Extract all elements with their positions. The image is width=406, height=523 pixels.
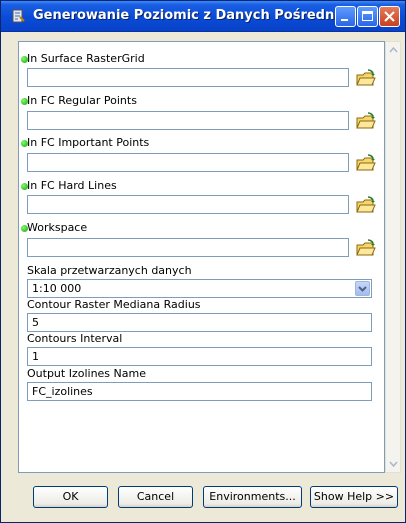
hard-lines-input[interactable]: [27, 195, 349, 214]
contours-interval-input[interactable]: 1: [27, 347, 372, 366]
scroll-up-icon[interactable]: [388, 44, 399, 55]
minimize-button[interactable]: [335, 6, 356, 27]
scale-selected-value: 1:10 000: [32, 282, 82, 295]
parameters-panel: In Surface RasterGrid In FC Regular Poin…: [18, 41, 385, 473]
output-label: Output Izolines Name: [27, 367, 146, 380]
required-dot-icon: [21, 140, 28, 147]
browse-folder-icon[interactable]: [355, 153, 377, 174]
browse-folder-icon[interactable]: [355, 195, 377, 216]
window-title: Generowanie Poziomic z Danych Pośrednich: [33, 8, 356, 23]
dialog-window: Generowanie Poziomic z Danych Pośrednich…: [0, 0, 406, 523]
browse-folder-icon[interactable]: [355, 238, 377, 259]
param-label: In FC Important Points: [21, 136, 149, 149]
vertical-scrollbar[interactable]: [385, 41, 401, 473]
required-dot-icon: [21, 98, 28, 105]
close-icon: [384, 11, 395, 22]
radius-label: Contour Raster Mediana Radius: [27, 298, 201, 311]
param-label: Workspace: [21, 221, 87, 234]
required-dot-icon: [21, 183, 28, 190]
browse-folder-icon[interactable]: [355, 111, 377, 132]
regular-points-input[interactable]: [27, 111, 349, 130]
close-button[interactable]: [379, 6, 400, 27]
param-label: In FC Regular Points: [21, 94, 137, 107]
param-label: In FC Hard Lines: [21, 179, 117, 192]
scroll-down-icon[interactable]: [388, 459, 399, 470]
required-dot-icon: [21, 56, 28, 63]
cancel-button[interactable]: Cancel: [118, 486, 193, 508]
chevron-down-icon: [358, 286, 367, 292]
scale-label: Skala przetwarzanych danych: [27, 264, 192, 277]
tool-icon: [12, 9, 25, 23]
output-name-input[interactable]: FC_izolines: [27, 382, 372, 401]
ok-button[interactable]: OK: [33, 486, 108, 508]
show-help-button[interactable]: Show Help >>: [310, 486, 398, 508]
param-label: In Surface RasterGrid: [21, 52, 145, 65]
important-points-input[interactable]: [27, 153, 349, 172]
interval-label: Contours Interval: [27, 332, 123, 345]
scale-select[interactable]: 1:10 000: [27, 279, 372, 298]
required-dot-icon: [21, 225, 28, 232]
maximize-button[interactable]: [357, 6, 378, 27]
maximize-icon: [362, 11, 373, 21]
browse-folder-icon[interactable]: [355, 68, 377, 89]
minimize-icon: [341, 19, 348, 21]
mediana-radius-input[interactable]: 5: [27, 313, 372, 332]
workspace-input[interactable]: [27, 238, 349, 257]
surface-rastergrid-input[interactable]: [27, 68, 349, 87]
dialog-body: In Surface RasterGrid In FC Regular Poin…: [4, 32, 402, 520]
title-bar[interactable]: Generowanie Poziomic z Danych Pośrednich: [1, 1, 405, 32]
dropdown-arrow-button[interactable]: [355, 281, 370, 296]
environments-button[interactable]: Environments...: [203, 486, 302, 508]
